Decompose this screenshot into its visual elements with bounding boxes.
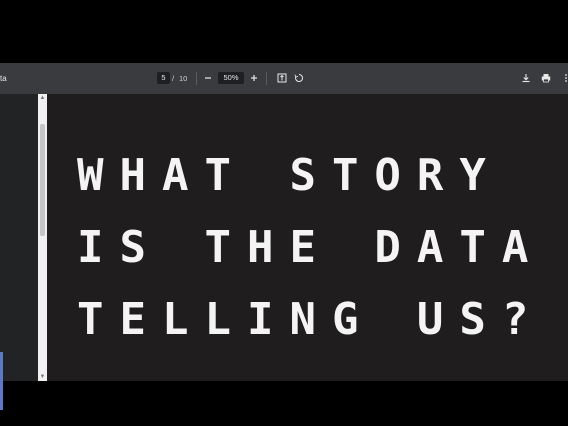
scroll-up-icon[interactable]: ▲ <box>38 94 47 102</box>
thumbnail-sidebar[interactable] <box>0 94 38 410</box>
document-title: ta <box>0 74 7 83</box>
page-separator: / <box>172 74 175 83</box>
headline-line-2: IS THE DATA <box>77 222 545 273</box>
page-number-input[interactable]: 5 <box>157 72 170 84</box>
headline-line-3: TELLING US? <box>77 294 545 345</box>
page-total: 10 <box>179 74 188 83</box>
toolbar-divider <box>266 72 267 85</box>
zoom-in-icon[interactable] <box>247 70 261 86</box>
slide-headline: WHAT STORY IS THE DATA TELLING US? <box>77 140 557 356</box>
download-icon[interactable] <box>519 70 533 86</box>
sidebar-scrollbar[interactable]: ▲ ▼ <box>38 94 47 381</box>
zoom-level-input[interactable]: 50% <box>218 72 244 84</box>
more-options-icon[interactable] <box>559 70 568 86</box>
pdf-toolbar: ta 5 / 10 50% <box>0 63 568 94</box>
pdf-viewer: ta 5 / 10 50% ▲ ▼ WHAT STORY IS THE DATA… <box>0 63 568 410</box>
zoom-out-icon[interactable] <box>201 70 215 86</box>
print-icon[interactable] <box>539 70 553 86</box>
toolbar-divider <box>196 72 197 85</box>
scrollbar-thumb[interactable] <box>40 124 45 236</box>
headline-line-1: WHAT STORY <box>77 150 502 201</box>
active-thumbnail-indicator <box>0 352 3 410</box>
rotate-icon[interactable] <box>292 70 306 86</box>
scroll-down-icon[interactable]: ▼ <box>38 373 47 381</box>
pdf-page: WHAT STORY IS THE DATA TELLING US? <box>47 94 568 381</box>
fit-page-icon[interactable] <box>275 70 289 86</box>
